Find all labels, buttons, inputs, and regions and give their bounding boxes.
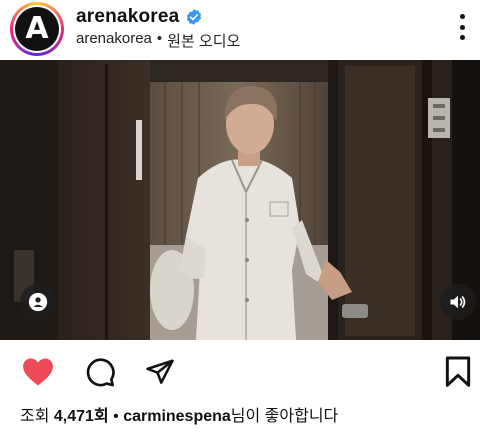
heart-filled-icon	[23, 358, 53, 386]
like-button[interactable]	[20, 354, 56, 390]
views-prefix: 조회	[20, 408, 50, 425]
more-vertical-icon[interactable]	[458, 14, 466, 40]
share-button[interactable]	[142, 354, 178, 390]
post-subtitle: arenakorea • 원본 오디오	[76, 30, 240, 51]
subtitle-account[interactable]: arenakorea	[76, 30, 152, 51]
views-count[interactable]: 4,471회	[54, 408, 109, 425]
avatar[interactable]: A	[10, 2, 64, 56]
tagged-user-icon	[28, 292, 48, 312]
comment-button[interactable]	[82, 354, 118, 390]
tagged-user-button[interactable]	[20, 284, 56, 320]
sound-toggle-button[interactable]	[440, 284, 476, 320]
save-button[interactable]	[440, 354, 476, 390]
verified-badge-icon	[185, 8, 203, 26]
post-actions	[0, 348, 480, 394]
send-icon	[146, 359, 174, 384]
video-frame	[0, 60, 480, 340]
original-audio-link[interactable]: 원본 오디오	[167, 30, 240, 51]
subtitle-separator: •	[156, 30, 163, 47]
avatar-logo-letter: A	[25, 11, 49, 46]
username-link[interactable]: arenakorea	[76, 6, 179, 28]
bookmark-icon	[445, 356, 471, 387]
comment-icon	[86, 358, 115, 387]
post-header: A arenakorea arenakorea • 원본 오디오	[0, 0, 480, 58]
liked-suffix: 님이 좋아합니다	[230, 408, 339, 425]
volume-icon	[450, 295, 466, 309]
views-likes-summary: 조회 4,471회 • carminespena님이 좋아합니다	[20, 402, 338, 426]
stats-separator: •	[113, 408, 119, 425]
liked-by-username[interactable]: carminespena	[123, 408, 231, 425]
video-player[interactable]	[0, 60, 480, 340]
